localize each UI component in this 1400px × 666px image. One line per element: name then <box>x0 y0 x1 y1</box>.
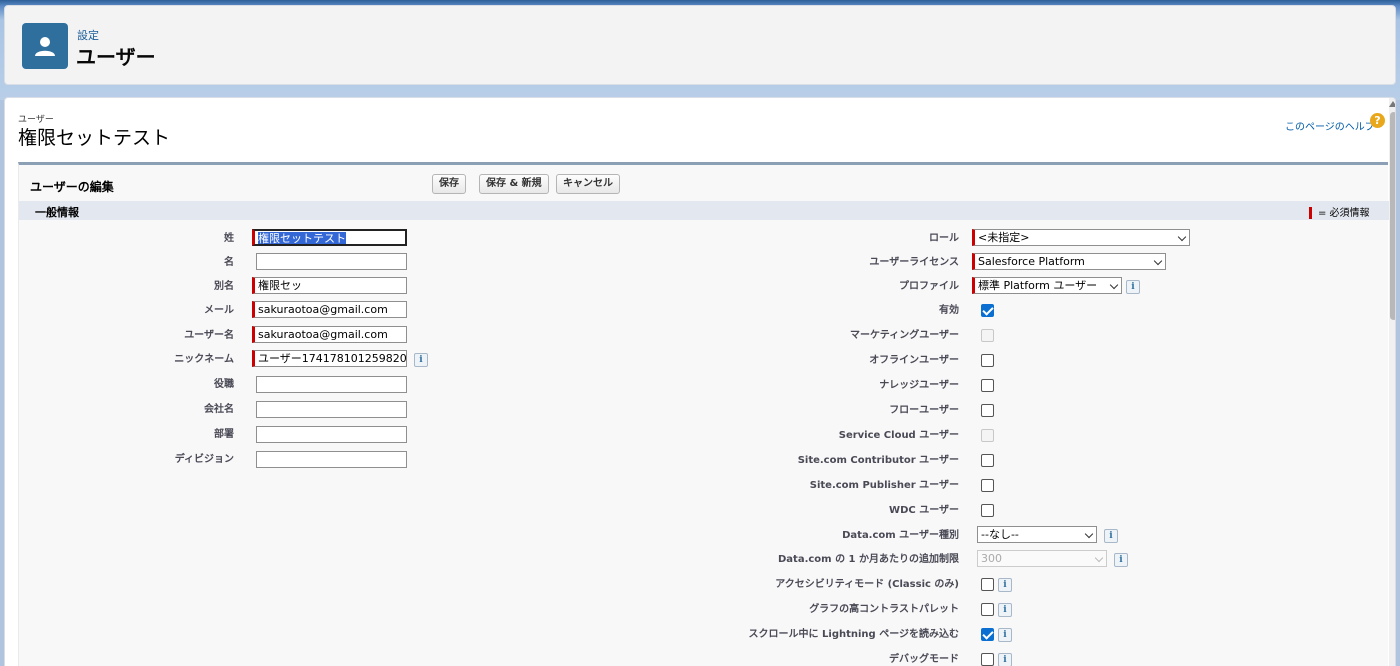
profile-info-icon[interactable]: i <box>1126 280 1140 294</box>
accessibility-mode-label: アクセシビリティモード (Classic のみ) <box>775 579 959 590</box>
datacom-limit-label: Data.com の 1 か月あたりの追加制限 <box>778 554 959 565</box>
profile-select[interactable]: 標準 Platform ユーザー <box>972 277 1122 294</box>
knowledge-user-checkbox[interactable] <box>981 379 994 392</box>
site-contributor-label: Site.com Contributor ユーザー <box>797 455 959 466</box>
datacom-type-value: --なし-- <box>981 528 1019 541</box>
main-content: ユーザー 権限セットテスト このページのヘルプ ? ユーザーの編集 保存 保存 … <box>4 97 1396 666</box>
high-contrast-checkbox[interactable] <box>981 603 994 616</box>
chevron-down-icon <box>1153 256 1163 266</box>
lightning-scroll-label: スクロール中に Lightning ページを読み込む <box>748 629 959 640</box>
wdc-user-checkbox[interactable] <box>981 504 994 517</box>
site-contributor-checkbox[interactable] <box>981 454 994 467</box>
datacom-limit-info-icon[interactable]: i <box>1114 553 1128 567</box>
scrollbar[interactable] <box>1389 98 1395 666</box>
profile-label: プロファイル <box>899 281 959 292</box>
debug-mode-checkbox[interactable] <box>981 653 994 666</box>
active-label: 有効 <box>939 305 959 316</box>
knowledge-user-label: ナレッジユーザー <box>879 380 959 391</box>
cancel-button[interactable]: キャンセル <box>556 174 620 194</box>
chevron-down-icon <box>1177 232 1187 242</box>
page-title: 権限セットテスト <box>18 127 171 149</box>
save-new-button[interactable]: 保存 & 新規 <box>479 174 549 194</box>
site-publisher-checkbox[interactable] <box>981 479 994 492</box>
flow-user-label: フローユーザー <box>889 405 959 416</box>
license-label: ユーザーライセンス <box>869 257 959 268</box>
setup-header: 設定 ユーザー <box>4 5 1396 85</box>
panel-title: ユーザーの編集 <box>30 180 114 194</box>
required-note: = 必須情報 <box>1309 204 1370 219</box>
service-cloud-user-checkbox <box>981 429 994 442</box>
datacom-type-info-icon[interactable]: i <box>1104 529 1118 543</box>
chevron-down-icon <box>1084 529 1094 539</box>
chevron-down-icon <box>1109 280 1119 290</box>
lightning-scroll-checkbox[interactable] <box>981 628 994 641</box>
role-value: <未指定> <box>978 231 1030 244</box>
user-icon <box>22 23 68 69</box>
flow-user-checkbox[interactable] <box>981 404 994 417</box>
save-button[interactable]: 保存 <box>432 174 466 194</box>
section-title: 一般情報 <box>35 206 79 219</box>
datacom-limit-value: 300 <box>981 552 1002 565</box>
service-cloud-user-label: Service Cloud ユーザー <box>838 430 959 441</box>
offline-user-label: オフラインユーザー <box>869 355 959 366</box>
help-icon[interactable]: ? <box>1370 113 1385 128</box>
accessibility-mode-checkbox[interactable] <box>981 578 994 591</box>
lightning-scroll-info-icon[interactable]: i <box>998 628 1012 642</box>
datacom-type-label: Data.com ユーザー種別 <box>842 530 959 541</box>
chevron-down-icon <box>1094 553 1104 563</box>
role-label: ロール <box>929 233 959 244</box>
datacom-limit-select: 300 <box>977 550 1107 567</box>
scroll-up-icon[interactable] <box>1389 101 1395 107</box>
offline-user-checkbox[interactable] <box>981 354 994 367</box>
site-publisher-label: Site.com Publisher ユーザー <box>809 480 959 491</box>
marketing-user-label: マーケティングユーザー <box>850 330 959 341</box>
required-marker <box>1309 207 1312 219</box>
header-title: ユーザー <box>76 45 156 69</box>
role-select[interactable]: <未指定> <box>972 229 1190 246</box>
profile-value: 標準 Platform ユーザー <box>978 279 1098 292</box>
active-checkbox[interactable] <box>981 304 994 317</box>
license-value: Salesforce Platform <box>978 255 1085 268</box>
user-edit-panel: ユーザーの編集 保存 保存 & 新規 キャンセル 一般情報 = 必須情報 姓 権… <box>18 162 1389 666</box>
debug-mode-info-icon[interactable]: i <box>998 653 1012 666</box>
help-link[interactable]: このページのヘルプ <box>1285 118 1375 133</box>
marketing-user-checkbox <box>981 329 994 342</box>
required-note-text: = 必須情報 <box>1318 208 1370 219</box>
datacom-type-select[interactable]: --なし-- <box>977 526 1097 543</box>
debug-mode-label: デバッグモード <box>889 654 959 665</box>
scroll-thumb[interactable] <box>1390 112 1395 320</box>
high-contrast-info-icon[interactable]: i <box>998 603 1012 617</box>
accessibility-mode-info-icon[interactable]: i <box>998 578 1012 592</box>
high-contrast-label: グラフの高コントラストパレット <box>809 604 959 615</box>
wdc-user-label: WDC ユーザー <box>889 505 959 516</box>
section-header: 一般情報 = 必須情報 <box>19 201 1389 220</box>
license-select[interactable]: Salesforce Platform <box>972 253 1166 270</box>
